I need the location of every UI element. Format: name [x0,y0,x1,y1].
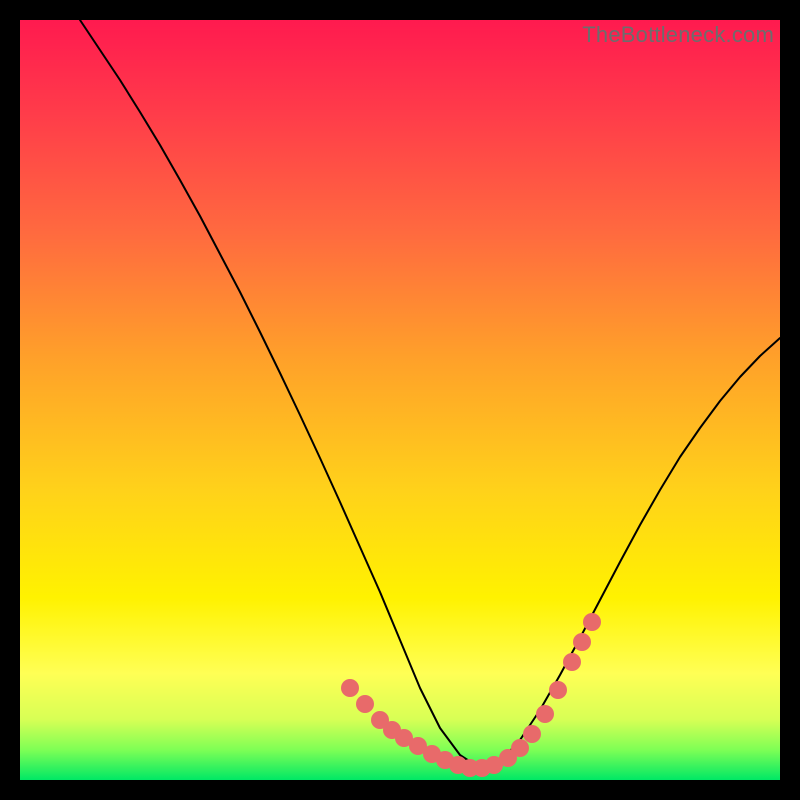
curve-marker [573,633,591,651]
curve-marker [511,739,529,757]
curve-marker [356,695,374,713]
curve-marker [563,653,581,671]
chart-frame: TheBottleneck.com [20,20,780,780]
curve-marker [549,681,567,699]
curve-marker [523,725,541,743]
bottleneck-chart [20,20,780,780]
bottleneck-curve-path [80,20,780,768]
curve-marker [341,679,359,697]
curve-markers-group [341,613,601,777]
curve-marker [583,613,601,631]
curve-marker [536,705,554,723]
